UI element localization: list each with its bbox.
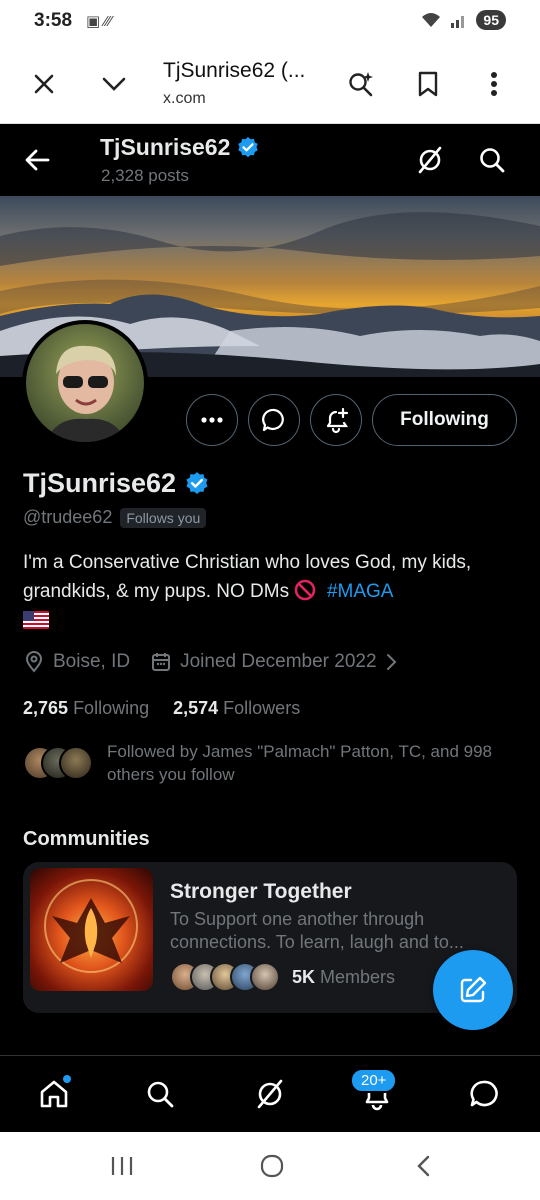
notifications-badge: 20+: [350, 1068, 398, 1093]
browser-toolbar: TjSunrise62 (... x.com: [0, 44, 540, 124]
followers-count: 2,574: [173, 698, 219, 718]
location-item: Boise, ID: [23, 651, 130, 673]
search-sparkle-icon[interactable]: [343, 66, 379, 102]
nav-messages[interactable]: [464, 1074, 504, 1114]
community-member-count: 5K Members: [292, 967, 395, 988]
following-button[interactable]: Following: [372, 394, 517, 446]
profile-handle: @trudee62: [23, 507, 113, 527]
chevron-right-icon: [386, 654, 396, 670]
member-count-label: Members: [320, 966, 396, 987]
followed-by-text: Followed by James "Palmach" Patton, TC, …: [107, 742, 493, 784]
profile-name: TjSunrise62: [23, 468, 210, 499]
community-description: To Support one another through connectio…: [170, 909, 464, 952]
more-vertical-icon[interactable]: [476, 66, 512, 102]
follower-avatar: [59, 746, 93, 780]
recent-apps-icon[interactable]: [102, 1150, 142, 1182]
bio-hashtag-link[interactable]: #MAGA: [327, 581, 394, 602]
signal-icon: [451, 16, 465, 28]
status-time: 3:58: [34, 10, 73, 31]
screenshot-icon: ▣ ⁄⁄⁄: [86, 13, 112, 30]
chevron-down-icon[interactable]: [96, 66, 132, 102]
joined-item[interactable]: Joined December 2022: [150, 651, 396, 673]
status-bar: 3:58 ▣ ⁄⁄⁄ 95: [0, 0, 540, 44]
member-avatar: [250, 962, 280, 992]
back-chevron-icon[interactable]: [404, 1150, 444, 1182]
home-unread-dot: [62, 1074, 72, 1084]
followers-label: Followers: [223, 698, 301, 718]
browser-title: TjSunrise62 (...: [163, 59, 306, 82]
verified-badge-icon: [186, 471, 208, 494]
profile-header: TjSunrise62 2,328 posts: [0, 124, 540, 196]
bottom-nav: 20+: [0, 1056, 540, 1132]
following-count-link[interactable]: 2,765 Following: [23, 698, 149, 719]
notify-button[interactable]: [310, 394, 362, 446]
following-count: 2,765: [23, 698, 69, 718]
handle-row: @trudee62 Follows you: [23, 507, 207, 528]
location-text: Boise, ID: [53, 651, 131, 672]
verified-badge-icon: [238, 136, 259, 157]
compose-post-button[interactable]: [433, 950, 513, 1030]
grok-icon[interactable]: [412, 142, 448, 178]
profile-avatar[interactable]: [22, 320, 148, 446]
profile-name-text: TjSunrise62: [23, 468, 177, 498]
profile-meta: Boise, ID Joined December 2022: [23, 651, 417, 673]
us-flag-icon: [23, 611, 49, 629]
battery-indicator: 95: [476, 10, 506, 30]
member-count-value: 5K: [292, 966, 316, 987]
more-horizontal-icon: [201, 417, 223, 423]
bell-plus-icon: [326, 407, 349, 434]
header-post-count: 2,328 posts: [101, 166, 189, 185]
wifi-icon: [422, 13, 441, 27]
header-name-text: TjSunrise62: [100, 134, 231, 160]
no-entry-icon: [295, 579, 316, 601]
search-icon[interactable]: [474, 142, 510, 178]
chat-bubble-icon: [262, 408, 284, 432]
nav-grok[interactable]: [250, 1074, 290, 1114]
communities-heading: Communities: [23, 828, 150, 850]
community-name: Stronger Together: [170, 880, 352, 903]
follows-you-badge: Follows you: [120, 507, 207, 528]
follow-counts: 2,765 Following 2,574 Followers: [23, 698, 300, 719]
message-button[interactable]: [248, 394, 300, 446]
following-label: Following: [73, 698, 150, 718]
back-arrow-icon[interactable]: [20, 142, 56, 178]
status-right: 95: [420, 10, 506, 30]
home-circle-icon[interactable]: [252, 1150, 292, 1182]
grok-icon: [257, 1079, 283, 1109]
location-pin-icon: [25, 651, 43, 673]
browser-url: x.com: [163, 90, 206, 107]
community-members: 5K Members: [170, 962, 395, 992]
compose-icon: [460, 976, 487, 1003]
system-nav-bar: [0, 1132, 540, 1200]
community-image: [30, 868, 153, 991]
nav-search[interactable]: [140, 1074, 180, 1114]
follower-facepile: [23, 746, 95, 782]
close-icon[interactable]: [26, 66, 62, 102]
calendar-icon: [152, 653, 171, 671]
joined-text: Joined December 2022: [180, 651, 377, 672]
bio-text: I'm a Conservative Christian who loves G…: [23, 552, 472, 602]
followers-count-link[interactable]: 2,574 Followers: [173, 698, 300, 719]
more-options-button[interactable]: [186, 394, 238, 446]
profile-bio: I'm a Conservative Christian who loves G…: [23, 548, 523, 635]
nav-home[interactable]: [34, 1074, 74, 1114]
search-icon: [147, 1081, 174, 1108]
bookmark-icon[interactable]: [410, 66, 446, 102]
chat-bubble-icon: [470, 1080, 498, 1107]
followed-by-row[interactable]: Followed by James "Palmach" Patton, TC, …: [23, 740, 507, 786]
header-name: TjSunrise62: [100, 134, 260, 161]
